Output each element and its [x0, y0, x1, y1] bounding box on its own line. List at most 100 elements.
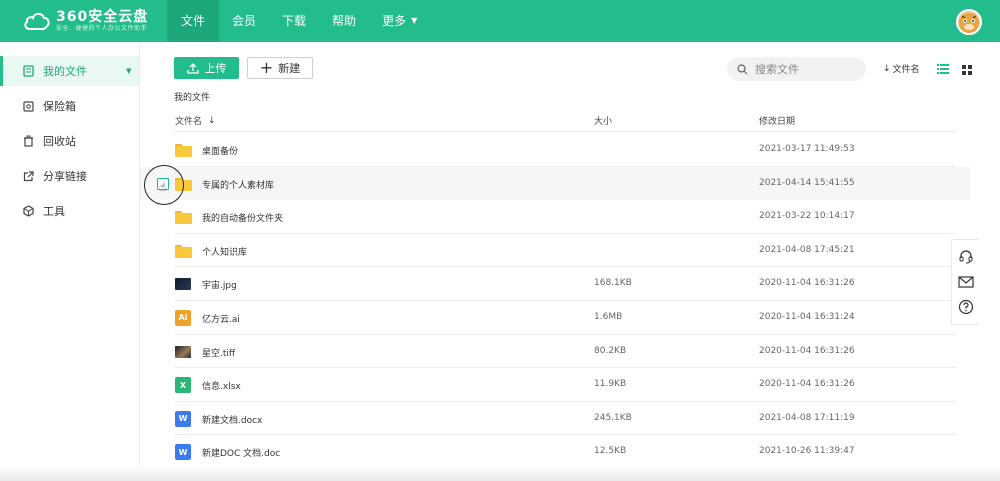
bottom-shadow — [0, 466, 1000, 481]
upload-button-label: 上传 — [204, 62, 227, 75]
folder-icon — [175, 243, 192, 259]
sidebar-item-label: 回收站 — [43, 135, 76, 148]
help-icon[interactable] — [957, 298, 975, 316]
nav-download[interactable]: 下载 — [269, 0, 319, 42]
folder-icon — [175, 176, 192, 192]
arrow-down-icon: ↓ — [208, 115, 216, 126]
table-row[interactable]: 个人知识库 2021-04-08 17:45:21 — [140, 234, 970, 268]
sidebar-item-label: 我的文件 — [43, 65, 87, 78]
chevron-down-icon[interactable]: ▼ — [126, 67, 131, 75]
customer-service-icon[interactable] — [957, 248, 975, 266]
search-input[interactable] — [755, 62, 855, 76]
mail-icon[interactable] — [957, 273, 975, 291]
file-date: 2020-11-04 16:31:26 — [759, 379, 855, 390]
image-thumbnail-icon — [175, 278, 191, 291]
nav-download-label: 下载 — [282, 14, 307, 28]
document-icon — [22, 65, 34, 77]
column-header-name[interactable]: 文件名 ↓ — [175, 114, 216, 128]
safe-icon — [22, 100, 34, 112]
logo[interactable]: 360安全云盘 安全、便捷的个人办公文件助手 — [22, 8, 148, 34]
file-name[interactable]: 我的自动备份文件夹 — [202, 211, 283, 224]
sidebar-item-label: 分享链接 — [43, 170, 87, 183]
nav-files-label: 文件 — [181, 14, 206, 28]
file-size: 1.6MB — [594, 311, 623, 322]
table-row[interactable]: 桌面备份 2021-03-17 11:49:53 — [140, 133, 970, 167]
table-row[interactable]: W 新建DOC 文档.doc 12.5KB 2021-10-26 11:39:4… — [140, 435, 970, 469]
column-header-date[interactable]: 修改日期 — [759, 114, 795, 127]
grid-view-icon — [962, 65, 972, 75]
upload-icon — [186, 63, 199, 74]
table-header: 文件名 ↓ 大小 修改日期 — [174, 110, 956, 132]
table-row[interactable]: 宇宙.jpg 168.1KB 2020-11-04 16:31:26 — [140, 267, 970, 301]
nav-membership-label: 会员 — [232, 14, 257, 28]
file-size: 168.1KB — [594, 278, 632, 289]
file-date: 2020-11-04 16:31:24 — [759, 311, 855, 322]
file-name[interactable]: 个人知识库 — [202, 245, 247, 258]
avatar[interactable] — [956, 9, 982, 35]
ai-file-icon: Ai — [175, 309, 191, 326]
nav-more[interactable]: 更多 ▼ — [369, 0, 430, 42]
table-row[interactable]: 星空.tiff 80.2KB 2020-11-04 16:31:26 — [140, 335, 970, 369]
sidebar-item-label: 保险箱 — [43, 100, 76, 113]
sidebar: 我的文件 ▼ 保险箱 回收站 分享链接 工具 — [0, 42, 140, 481]
nav-more-label: 更多 — [382, 14, 407, 28]
file-name[interactable]: 专属的个人素材库 — [202, 178, 274, 191]
caret-down-icon: ▼ — [411, 16, 418, 25]
sidebar-item-recycle-bin[interactable]: 回收站 — [0, 126, 139, 156]
nav-help-label: 帮助 — [332, 14, 357, 28]
brand-name: 360安全云盘 — [56, 9, 149, 25]
word-file-icon: W — [175, 444, 191, 461]
file-name[interactable]: 亿方云.ai — [202, 312, 240, 325]
file-name[interactable]: 信息.xlsx — [202, 379, 241, 392]
upload-button[interactable]: 上传 — [174, 57, 239, 79]
file-date: 2021-04-08 17:11:19 — [759, 412, 855, 423]
search-icon[interactable] — [737, 63, 748, 75]
arrow-down-icon: ↓ — [883, 63, 891, 74]
folder-icon — [175, 209, 192, 225]
file-date: 2020-11-04 16:31:26 — [759, 278, 855, 289]
list-view-button[interactable] — [937, 63, 949, 77]
file-date: 2021-03-22 10:14:17 — [759, 211, 855, 222]
file-name[interactable]: 新建文档.docx — [202, 413, 262, 426]
nav-files[interactable]: 文件 — [167, 0, 220, 42]
nav-membership[interactable]: 会员 — [219, 0, 269, 42]
nav-help[interactable]: 帮助 — [319, 0, 369, 42]
file-size: 80.2KB — [594, 345, 627, 356]
file-name[interactable]: 桌面备份 — [202, 144, 238, 157]
trash-icon — [22, 135, 34, 147]
sidebar-item-share-links[interactable]: 分享链接 — [0, 161, 139, 191]
sort-by-name-button[interactable]: ↓ 文件名 — [883, 62, 920, 76]
avatar-tiger-icon — [959, 13, 979, 33]
table-row[interactable]: X 信息.xlsx 11.9KB 2020-11-04 16:31:26 — [140, 368, 970, 402]
file-name[interactable]: 星空.tiff — [202, 346, 235, 359]
table-row[interactable]: 我的自动备份文件夹 2021-03-22 10:14:17 — [140, 200, 970, 234]
sidebar-item-my-files[interactable]: 我的文件 ▼ — [0, 56, 139, 86]
file-date: 2021-04-08 17:45:21 — [759, 244, 855, 255]
sidebar-item-label: 工具 — [43, 205, 65, 218]
table-row[interactable]: W 新建文档.docx 245.1KB 2021-04-08 17:11:19 — [140, 402, 970, 436]
table-row[interactable]: Ai 亿方云.ai 1.6MB 2020-11-04 16:31:24 — [140, 301, 970, 335]
file-date: 2021-04-14 15:41:55 — [759, 177, 855, 188]
file-name[interactable]: 新建DOC 文档.doc — [202, 446, 280, 459]
top-bar: 360安全云盘 安全、便捷的个人办公文件助手 文件 会员 下载 帮助 更多 ▼ — [0, 0, 1000, 42]
word-file-icon: W — [175, 410, 191, 427]
grid-view-button[interactable] — [962, 64, 972, 78]
file-size: 245.1KB — [594, 412, 632, 423]
file-date: 2021-03-17 11:49:53 — [759, 144, 855, 154]
column-header-size[interactable]: 大小 — [594, 114, 612, 127]
image-thumbnail-icon — [175, 345, 191, 358]
hand-cursor-icon: ☝ — [159, 180, 167, 194]
cloud-logo-icon — [24, 12, 50, 30]
list-view-icon — [937, 64, 949, 74]
file-name[interactable]: 宇宙.jpg — [202, 278, 237, 291]
table-row[interactable]: 专属的个人素材库 2021-04-14 15:41:55 — [140, 166, 970, 201]
column-name-label: 文件名 — [175, 117, 203, 127]
new-button[interactable]: + 新建 — [247, 57, 313, 79]
search-box — [727, 57, 866, 81]
file-size: 11.9KB — [594, 379, 627, 390]
sidebar-item-tools[interactable]: 工具 — [0, 196, 139, 226]
breadcrumb: 我的文件 — [174, 93, 211, 103]
excel-file-icon: X — [175, 377, 191, 394]
share-icon — [22, 170, 34, 182]
sidebar-item-safe[interactable]: 保险箱 — [0, 91, 139, 121]
